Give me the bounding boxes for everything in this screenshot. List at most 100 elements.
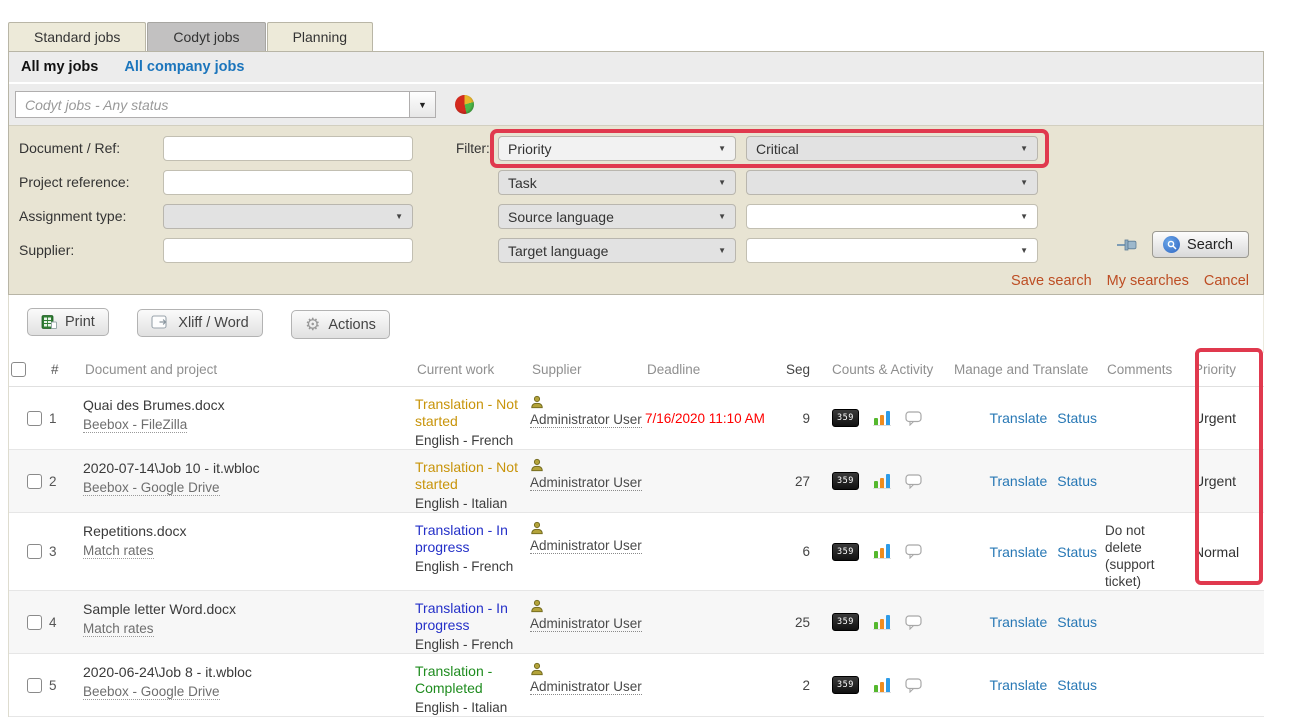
- filter-task-value-select[interactable]: ▼: [746, 170, 1038, 195]
- project-reference-input[interactable]: [163, 170, 413, 195]
- bar-chart-icon[interactable]: [873, 615, 891, 630]
- print-button[interactable]: Print: [27, 308, 109, 336]
- comment-bubble-icon[interactable]: [905, 678, 922, 693]
- translate-link[interactable]: Translate: [989, 614, 1047, 630]
- segment-count: 9: [775, 387, 820, 449]
- col-document-and-project: Document and project: [83, 362, 415, 377]
- chevron-down-icon: ▼: [718, 144, 726, 153]
- actions-button[interactable]: ⚙ Actions: [291, 310, 390, 339]
- project-link[interactable]: Beebox - Google Drive: [83, 480, 220, 496]
- deadline: [645, 591, 775, 653]
- translate-link[interactable]: Translate: [989, 677, 1047, 693]
- segment-count: 2: [775, 654, 820, 716]
- assignment-type-select[interactable]: ▼: [163, 204, 413, 229]
- bar-chart-icon[interactable]: [873, 474, 891, 489]
- comment-bubble-icon[interactable]: [905, 474, 922, 489]
- status-link[interactable]: Status: [1057, 410, 1097, 426]
- filter-source-language-value-select[interactable]: ▼: [746, 204, 1038, 229]
- work-status: Translation - In progress: [415, 600, 508, 633]
- search-icon: [1163, 236, 1180, 253]
- document-name: 2020-06-24\Job 8 - it.wbloc: [83, 664, 415, 680]
- upper-panel: All my jobs All company jobs ▼ Document …: [8, 51, 1264, 295]
- filter-priority-select[interactable]: Priority▼: [498, 136, 736, 161]
- filter-source-language-select[interactable]: Source language▼: [498, 204, 736, 229]
- word-count-badge[interactable]: 359: [832, 472, 859, 490]
- my-searches-link[interactable]: My searches: [1107, 273, 1189, 289]
- work-status: Translation - Not started: [415, 396, 518, 429]
- priority-value: [1181, 654, 1247, 716]
- user-icon: [530, 599, 544, 613]
- all-company-jobs-link[interactable]: All company jobs: [124, 59, 244, 75]
- project-link[interactable]: Match rates: [83, 621, 154, 637]
- filter-target-language-select[interactable]: Target language▼: [498, 238, 736, 263]
- comment-bubble-icon[interactable]: [905, 411, 922, 426]
- comment-bubble-icon[interactable]: [905, 544, 922, 559]
- supplier-link[interactable]: Administrator User: [530, 616, 642, 632]
- row-checkbox[interactable]: [27, 411, 42, 426]
- all-my-jobs-link[interactable]: All my jobs: [21, 59, 98, 75]
- project-reference-label: Project reference:: [19, 170, 163, 195]
- priority-value: Normal: [1181, 513, 1247, 590]
- supplier-link[interactable]: Administrator User: [530, 538, 642, 554]
- document-name: Repetitions.docx: [83, 523, 415, 539]
- bar-chart-icon[interactable]: [873, 678, 891, 693]
- filter-target-language-value-select[interactable]: ▼: [746, 238, 1038, 263]
- row-checkbox[interactable]: [27, 544, 42, 559]
- word-count-badge[interactable]: 359: [832, 543, 859, 561]
- table-row: 1 Quai des Brumes.docx Beebox - FileZill…: [9, 387, 1264, 450]
- project-link[interactable]: Beebox - FileZilla: [83, 417, 187, 433]
- translate-link[interactable]: Translate: [989, 544, 1047, 560]
- translate-link[interactable]: Translate: [989, 473, 1047, 489]
- tab-codyt-jobs[interactable]: Codyt jobs: [147, 22, 265, 51]
- supplier-link[interactable]: Administrator User: [530, 475, 642, 491]
- subnav: All my jobs All company jobs: [9, 51, 1263, 84]
- comment-bubble-icon[interactable]: [905, 615, 922, 630]
- status-link[interactable]: Status: [1057, 677, 1097, 693]
- col-comments: Comments: [1105, 362, 1181, 377]
- bar-chart-icon[interactable]: [873, 544, 891, 559]
- codyt-jobs-page: Standard jobs Codyt jobs Planning All my…: [0, 22, 1302, 724]
- tab-planning[interactable]: Planning: [267, 22, 374, 51]
- select-all-checkbox[interactable]: [11, 362, 26, 377]
- row-checkbox[interactable]: [27, 474, 42, 489]
- word-count-badge[interactable]: 359: [832, 613, 859, 631]
- status-link[interactable]: Status: [1057, 544, 1097, 560]
- saved-search-dropdown-button[interactable]: ▼: [409, 91, 436, 118]
- tab-standard-jobs[interactable]: Standard jobs: [8, 22, 146, 51]
- filter-priority-value-select[interactable]: Critical▼: [746, 136, 1038, 161]
- supplier-input[interactable]: [163, 238, 413, 263]
- save-search-link[interactable]: Save search: [1011, 273, 1092, 289]
- filter-task-select[interactable]: Task▼: [498, 170, 736, 195]
- search-button[interactable]: Search: [1152, 231, 1249, 258]
- user-icon: [530, 458, 544, 472]
- comments-text: [1105, 450, 1181, 512]
- word-count-badge[interactable]: 359: [832, 676, 859, 694]
- saved-search-input[interactable]: [15, 91, 410, 118]
- word-count-badge[interactable]: 359: [832, 409, 859, 427]
- project-link[interactable]: Beebox - Google Drive: [83, 684, 220, 700]
- row-checkbox[interactable]: [27, 678, 42, 693]
- col-counts-activity: Counts & Activity: [820, 362, 940, 377]
- translate-link[interactable]: Translate: [989, 410, 1047, 426]
- segment-count: 6: [775, 513, 820, 590]
- chevron-down-icon: ▼: [395, 212, 403, 221]
- chevron-down-icon: ▼: [718, 246, 726, 255]
- col-seg: Seg: [775, 362, 820, 377]
- supplier-link[interactable]: Administrator User: [530, 679, 642, 695]
- language-pair: English - Italian: [415, 495, 522, 512]
- project-link[interactable]: Match rates: [83, 543, 154, 559]
- row-number: 2: [49, 450, 83, 512]
- pie-chart-icon[interactable]: [455, 95, 474, 114]
- pin-icon[interactable]: [1116, 238, 1138, 252]
- col-current-work: Current work: [415, 362, 530, 377]
- bar-chart-icon[interactable]: [873, 411, 891, 426]
- col-num: #: [49, 362, 83, 377]
- cancel-link[interactable]: Cancel: [1204, 273, 1249, 289]
- status-link[interactable]: Status: [1057, 614, 1097, 630]
- gear-icon: ⚙: [305, 316, 320, 333]
- document-ref-input[interactable]: [163, 136, 413, 161]
- status-link[interactable]: Status: [1057, 473, 1097, 489]
- supplier-link[interactable]: Administrator User: [530, 412, 642, 428]
- row-checkbox[interactable]: [27, 615, 42, 630]
- xliff-word-button[interactable]: Xliff / Word: [137, 309, 262, 337]
